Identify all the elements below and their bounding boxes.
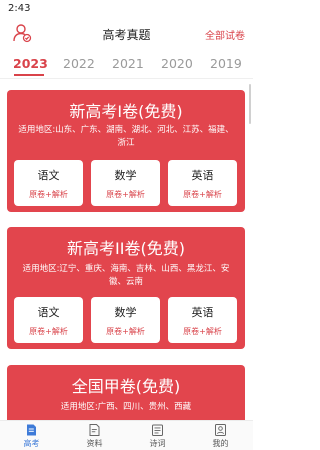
subject-desc: 原卷+解析 [106,190,145,199]
tab-label: 资料 [86,439,103,448]
subject-desc: 原卷+解析 [183,190,222,199]
subject-desc: 原卷+解析 [106,327,145,336]
card-region: 适用地区:广西、四川、贵州、西藏 [60,402,192,412]
subject-name: 语文 [37,169,60,182]
year-tab-2023[interactable]: 2023 [13,56,48,71]
tab-gaokao[interactable]: 高考 [0,421,63,450]
materials-icon [89,424,100,436]
paper-card-new-gaokao-1[interactable]: 新高考I卷(免费) 适用地区:山东、广东、湖南、湖北、河北、江苏、福建、浙江 语… [7,90,245,212]
tab-label: 我的 [212,439,229,448]
paper-card-national-a[interactable]: 全国甲卷(免费) 适用地区:广西、四川、贵州、西藏 [7,365,245,420]
tab-materials[interactable]: 资料 [63,421,126,450]
subject-desc: 原卷+解析 [183,327,222,336]
subject-button-chinese[interactable]: 语文 原卷+解析 [14,297,83,343]
card-title: 新高考I卷(免费) [69,102,183,121]
paper-card-new-gaokao-2[interactable]: 新高考II卷(免费) 适用地区:辽宁、重庆、海南、吉林、山西、黑龙江、安徽、云南… [7,227,245,349]
subject-button-math[interactable]: 数学 原卷+解析 [91,297,160,343]
year-tab-2020[interactable]: 2020 [161,56,193,71]
year-tab-2021[interactable]: 2021 [112,56,144,71]
subject-name: 数学 [114,306,137,319]
all-papers-link[interactable]: 全部试卷 [205,27,245,42]
subject-name: 英语 [191,306,214,319]
card-title: 全国甲卷(免费) [71,377,181,396]
tab-label: 诗词 [149,439,166,448]
subject-desc: 原卷+解析 [29,327,68,336]
year-tabs: 2023 2022 2021 2020 2019 [0,52,253,76]
subject-name: 语文 [37,306,60,319]
subject-button-math[interactable]: 数学 原卷+解析 [91,160,160,206]
subject-name: 数学 [114,169,137,182]
year-tab-2019[interactable]: 2019 [210,56,242,71]
active-year-indicator [14,74,44,76]
bottom-tab-bar: 高考 资料 诗词 我的 [0,420,253,450]
scrollbar[interactable] [249,84,251,124]
tab-profile[interactable]: 我的 [189,421,252,450]
card-region: 适用地区:山东、广东、湖南、湖北、河北、江苏、福建、浙江 [18,125,234,148]
status-bar: 2:43 [0,0,253,18]
card-title: 新高考II卷(免费) [67,239,185,258]
subject-desc: 原卷+解析 [29,190,68,199]
profile-icon [215,424,226,436]
top-bar: 高考真题 全部试卷 [0,18,253,48]
card-region: 适用地区:辽宁、重庆、海南、吉林、山西、黑龙江、安徽、云南 [22,264,230,287]
tab-label: 高考 [23,439,40,448]
subject-button-chinese[interactable]: 语文 原卷+解析 [14,160,83,206]
exam-doc-icon [27,424,36,436]
year-tab-2022[interactable]: 2022 [63,56,95,71]
poetry-icon [152,424,163,436]
tab-poetry[interactable]: 诗词 [126,421,189,450]
subject-button-english[interactable]: 英语 原卷+解析 [168,297,237,343]
status-time: 2:43 [8,3,31,14]
subject-button-english[interactable]: 英语 原卷+解析 [168,160,237,206]
subject-name: 英语 [191,169,214,182]
divider [0,78,253,79]
